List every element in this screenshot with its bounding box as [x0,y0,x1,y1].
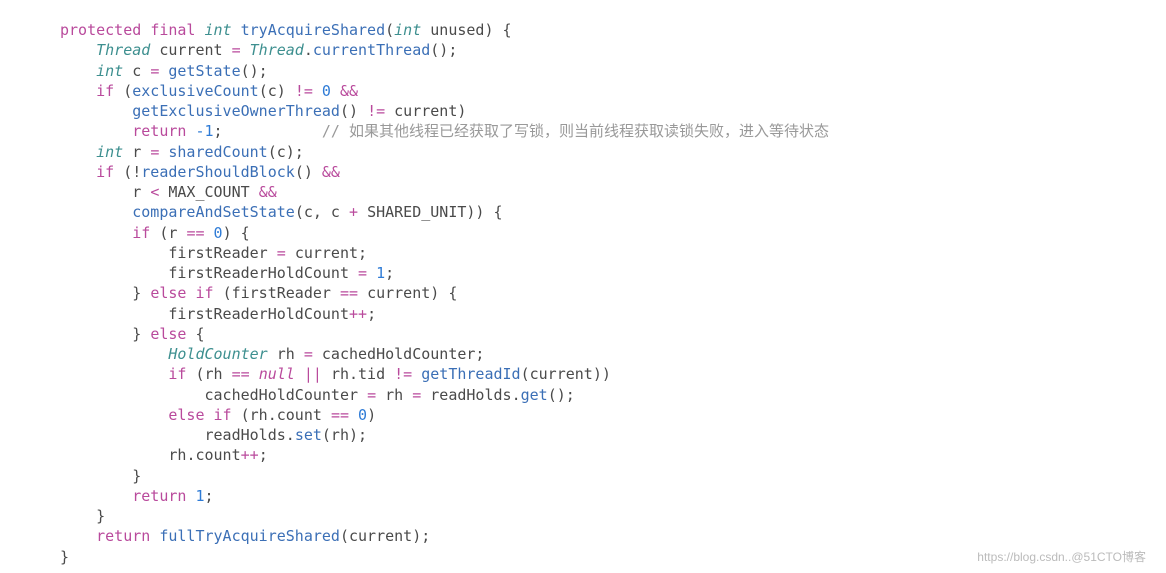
line-8: if (!readerShouldBlock() && [60,163,340,181]
line-21: readHolds.set(rh); [60,426,367,444]
line-20: else if (rh.count == 0) [60,406,376,424]
line-22: rh.count++; [60,446,268,464]
line-4: if (exclusiveCount(c) != 0 && [60,82,358,100]
comment: // 如果其他线程已经获取了写锁，则当前线程获取读锁失败，进入等待状态 [322,122,829,140]
line-18: if (rh == null || rh.tid != getThreadId(… [60,365,611,383]
line-11: if (r == 0) { [60,224,250,242]
line-27: } [60,548,69,566]
line-9: r < MAX_COUNT && [60,183,277,201]
line-3: int c = getState(); [60,62,268,80]
line-17: HoldCounter rh = cachedHoldCounter; [60,345,484,363]
line-15: firstReaderHoldCount++; [60,305,376,323]
line-12: firstReader = current; [60,244,367,262]
line-23: } [60,467,141,485]
line-24: return 1; [60,487,214,505]
line-6: return -1; // 如果其他线程已经获取了写锁，则当前线程获取读锁失败，… [60,122,829,140]
line-19: cachedHoldCounter = rh = readHolds.get()… [60,386,575,404]
line-14: } else if (firstReader == current) { [60,284,457,302]
line-25: } [60,507,105,525]
line-10: compareAndSetState(c, c + SHARED_UNIT)) … [60,203,503,221]
line-2: Thread current = Thread.currentThread(); [60,41,457,59]
line-5: getExclusiveOwnerThread() != current) [60,102,466,120]
line-13: firstReaderHoldCount = 1; [60,264,394,282]
line-16: } else { [60,325,205,343]
line-1: protected final int tryAcquireShared(int… [60,21,512,39]
line-26: return fullTryAcquireShared(current); [60,527,430,545]
code-block: protected final int tryAcquireShared(int… [60,20,1106,567]
watermark: https://blog.csdn..@51CTO博客 [977,549,1146,565]
line-7: int r = sharedCount(c); [60,143,304,161]
